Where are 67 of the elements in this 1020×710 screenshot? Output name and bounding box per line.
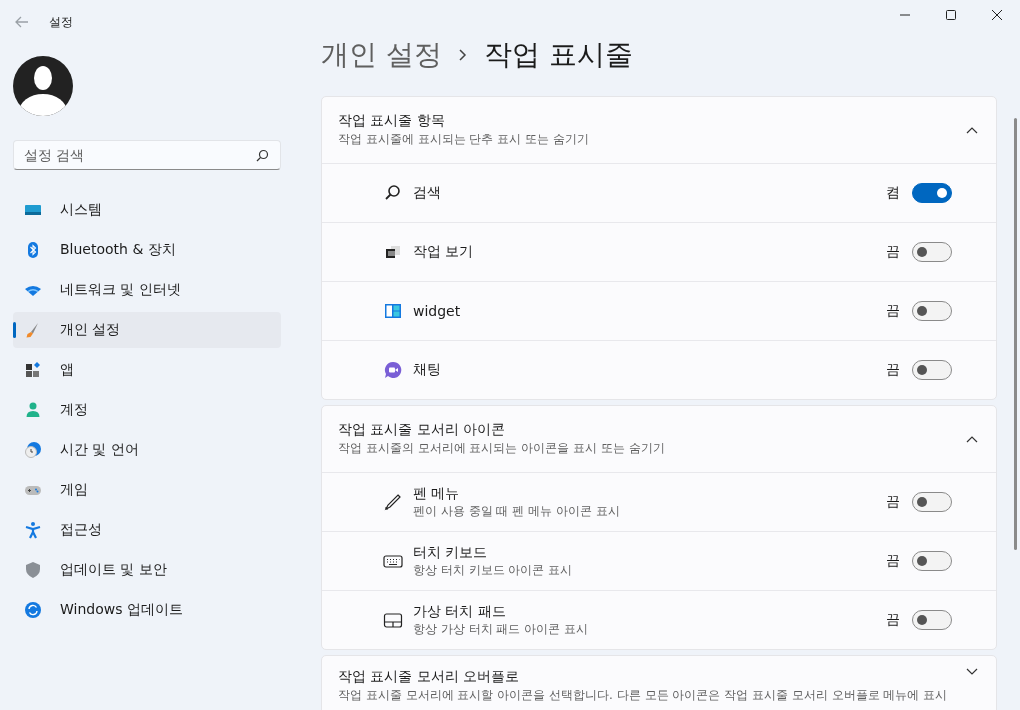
section-subtitle: 작업 표시줄 모서리에 표시할 아이콘을 선택합니다. 다른 모든 아이콘은 작업 표시줄 모서리 오버플로 메뉴에 표시 [338, 687, 948, 704]
close-icon[interactable] [991, 9, 1003, 21]
nav-item[interactable]: Bluetooth & 장치 [13, 232, 281, 268]
chevron-right-icon [457, 48, 468, 62]
setting-label: 검색 [413, 184, 442, 202]
setting-label: 터치 키보드 [413, 543, 489, 562]
globe-clock-icon [24, 441, 42, 459]
person-icon [24, 401, 42, 419]
setting-description: 항상 터치 키보드 아이콘 표시 [413, 561, 574, 579]
toggle-state: 끔 [886, 361, 900, 379]
setting-label: 펜 메뉴 [413, 484, 461, 503]
nav-item[interactable]: Windows 업데이트 [13, 592, 281, 628]
maximize-icon[interactable] [945, 9, 957, 21]
setting-description: 항상 가상 터치 패드 아이콘 표시 [413, 620, 590, 638]
toggle-state: 켬 [886, 184, 900, 202]
search-field[interactable]: 설정 검색 [13, 140, 281, 170]
toggle-switch[interactable] [912, 551, 952, 571]
setting-label: 채팅 [413, 361, 442, 379]
section-header[interactable]: 작업 표시줄 모서리 오버플로 작업 표시줄 모서리에 표시할 아이콘을 선택합니다. 다른 모든 아이콘은 작업 표시줄 모서리 오버플로 메뉴에 표시 [322, 656, 996, 710]
chevron-down-icon[interactable] [966, 668, 978, 676]
touchpad-icon [383, 610, 403, 630]
nav-item[interactable]: 게임 [13, 472, 281, 508]
avatar [13, 56, 73, 116]
nav-item[interactable]: 시간 및 언어 [13, 432, 281, 468]
shield-icon [24, 561, 42, 579]
setting-label: 작업 보기 [413, 243, 475, 261]
breadcrumb-item: 작업 표시줄 [483, 37, 633, 73]
section-title: 작업 표시줄 모서리 아이콘 [338, 421, 507, 439]
toggle-switch[interactable] [912, 183, 952, 203]
nav-item[interactable]: 시스템 [13, 192, 281, 228]
pen-icon [383, 492, 403, 512]
window-title: 설정 [49, 13, 73, 31]
scrollbar[interactable] [1014, 118, 1017, 550]
chat-icon [383, 360, 403, 380]
toggle-switch[interactable] [912, 492, 952, 512]
toggle-switch[interactable] [912, 301, 952, 321]
toggle-state: 끔 [886, 611, 900, 629]
nav-item[interactable]: 네트워크 및 인터넷 [13, 272, 281, 308]
section-subtitle: 작업 표시줄의 모서리에 표시되는 아이콘을 표시 또는 숨기기 [338, 440, 665, 457]
setting-label: 가상 터치 패드 [413, 602, 507, 621]
nav-item[interactable]: 개인 설정 [13, 312, 281, 348]
chevron-up-icon[interactable] [966, 435, 978, 443]
nav-item[interactable]: 접근성 [13, 512, 281, 548]
chevron-up-icon[interactable] [966, 126, 978, 134]
toggle-switch[interactable] [912, 610, 952, 630]
widget-icon [383, 301, 403, 321]
breadcrumb-item[interactable]: 개인 설정 [321, 36, 442, 74]
nav-item[interactable]: 업데이트 및 보안 [13, 552, 281, 588]
toggle-switch[interactable] [912, 360, 952, 380]
nav-item[interactable]: 앱 [13, 352, 281, 388]
toggle-switch[interactable] [912, 242, 952, 262]
nav-item[interactable]: 계정 [13, 392, 281, 428]
setting-description: 펜이 사용 중일 때 펜 메뉴 아이콘 표시 [413, 502, 621, 520]
section-header[interactable]: 작업 표시줄 항목 작업 표시줄에 표시되는 단추 표시 또는 숨기기 [322, 97, 996, 163]
search-icon[interactable] [256, 149, 269, 162]
sync-icon [24, 601, 42, 619]
toggle-state: 끔 [886, 243, 900, 261]
toggle-state: 끔 [886, 302, 900, 320]
section-title: 작업 표시줄 모서리 오버플로 [338, 668, 521, 686]
section-header[interactable]: 작업 표시줄 모서리 아이콘 작업 표시줄의 모서리에 표시되는 아이콘을 표시 또는 숨기기 [322, 406, 996, 472]
setting-label: widget [413, 303, 462, 319]
section-subtitle: 작업 표시줄에 표시되는 단추 표시 또는 숨기기 [338, 131, 589, 148]
section-title: 작업 표시줄 항목 [338, 112, 446, 130]
accessibility-icon [24, 521, 42, 539]
toggle-state: 끔 [886, 493, 900, 511]
apps-icon [24, 361, 42, 379]
toggle-state: 끔 [886, 552, 900, 570]
